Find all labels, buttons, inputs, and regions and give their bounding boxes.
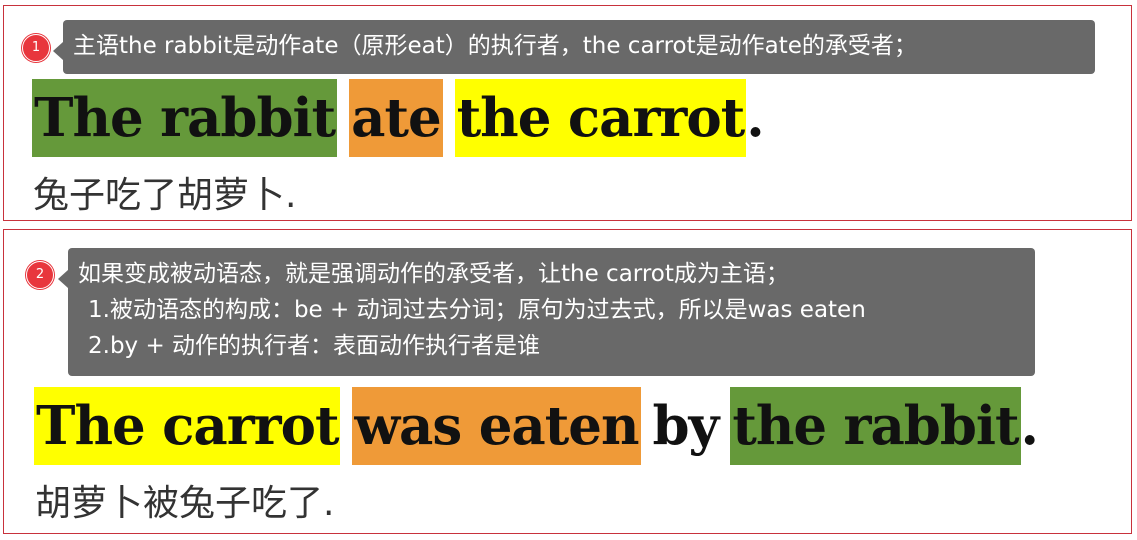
- subject-highlight: The rabbit: [32, 79, 338, 157]
- explanation-callout: 主语the rabbit是动作ate（原形eat）的执行者，the carrot…: [53, 20, 1095, 74]
- chinese-translation: 胡萝卜被兔子吃了.: [35, 483, 335, 524]
- verb-highlight: ate: [349, 79, 443, 157]
- object-highlight: the carrot: [454, 79, 747, 157]
- agent-highlight: the rabbit: [730, 387, 1021, 465]
- english-sentence: The carrot was eaten by the rabbit.: [34, 387, 1039, 465]
- subject-highlight: The carrot: [34, 387, 341, 465]
- sentence-period: .: [1020, 395, 1039, 457]
- callout-line-1: 如果变成被动语态，就是强调动作的承受者，让the carrot成为主语；: [78, 261, 789, 287]
- callout-text: 主语the rabbit是动作ate（原形eat）的执行者，the carrot…: [73, 33, 917, 59]
- chinese-translation: 兔子吃了胡萝卜.: [33, 175, 297, 216]
- explanation-callout: 如果变成被动语态，就是强调动作的承受者，让the carrot成为主语； 1.被…: [58, 248, 1035, 376]
- example-panel-active: 1 主语the rabbit是动作ate（原形eat）的执行者，the carr…: [3, 5, 1132, 221]
- verb-highlight: was eaten: [352, 387, 641, 465]
- step-number-badge: 2: [26, 261, 54, 289]
- callout-line-3: 2.by + 动作的执行者：表面动作执行者是谁: [88, 333, 541, 359]
- callout-line-2: 1.被动语态的构成：be + 动词过去分词；原句为过去式，所以是was eate…: [88, 297, 866, 323]
- step-number-badge: 1: [22, 34, 50, 62]
- english-sentence: The rabbit ate the carrot.: [32, 79, 765, 157]
- by-preposition: by: [652, 395, 720, 457]
- example-panel-passive: 2 如果变成被动语态，就是强调动作的承受者，让the carrot成为主语； 1…: [3, 229, 1132, 534]
- sentence-period: .: [746, 87, 764, 149]
